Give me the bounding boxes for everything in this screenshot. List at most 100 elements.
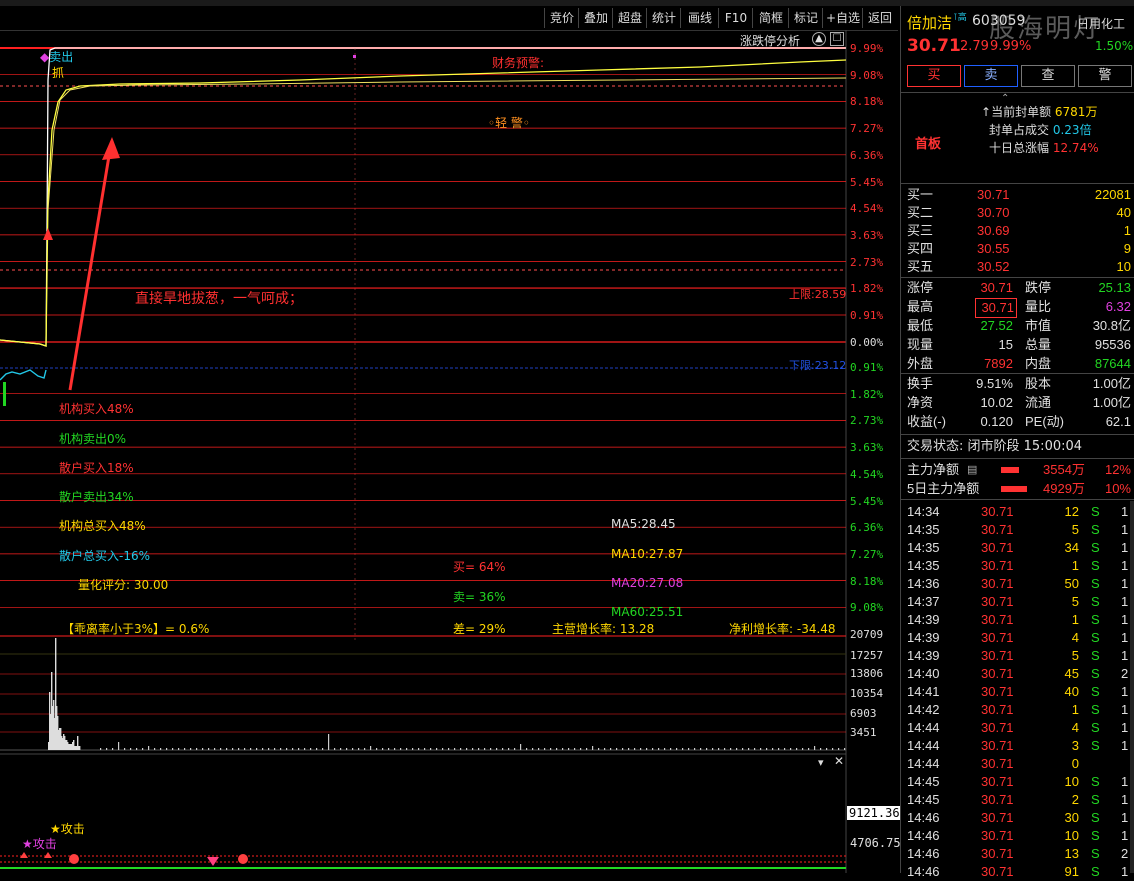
volume-bar	[700, 748, 702, 750]
price-tick: 0.91%	[850, 361, 884, 374]
tick-side: S	[1091, 504, 1100, 519]
tick-time: 14:35	[907, 558, 940, 573]
toolbar-mark[interactable]: 标记	[788, 8, 823, 28]
toolbar-super[interactable]: 超盘	[612, 8, 647, 28]
volume-bar	[670, 748, 672, 750]
stats-label: 股本	[1025, 376, 1052, 391]
volume-bar	[562, 748, 564, 750]
stats-row: 最低 27.52 市值 30.8亿	[901, 317, 1134, 335]
volume-bar	[466, 748, 468, 750]
vol-tick-1: 20709	[850, 628, 884, 641]
tick-volume: 3	[1071, 738, 1079, 753]
tick-time: 14:46	[907, 846, 940, 861]
inst-buy: 机构买入48%	[59, 402, 134, 416]
volume-bar	[544, 748, 546, 750]
tick-time: 14:44	[907, 738, 940, 753]
volume-bar	[304, 748, 306, 750]
close-icon[interactable]: ✕	[834, 754, 844, 768]
volume-bar	[244, 748, 246, 750]
price-change-pct: 9.99%	[990, 39, 1032, 54]
volume-bar	[388, 748, 390, 750]
tick-row: 14:44 30.71 3 S 1	[901, 737, 1134, 755]
flow-bar	[1001, 486, 1027, 492]
expand-icon[interactable]: ☐	[830, 32, 844, 46]
tick-scrollbar[interactable]	[1130, 501, 1134, 873]
price-tick: 1.82%	[850, 282, 884, 296]
vol-tick-6: 3451	[850, 726, 877, 739]
orderbook-volume: 1	[1123, 223, 1131, 238]
volume-bar	[184, 748, 186, 750]
tick-time: 14:44	[907, 720, 940, 735]
orderbook-row: 买一 30.71 22081	[901, 186, 1134, 204]
volume-bar	[724, 748, 726, 750]
volume-bar	[736, 748, 738, 750]
volume-bar	[124, 748, 126, 750]
toolbar-back[interactable]: 返回	[862, 8, 897, 28]
query-button[interactable]: 查	[1021, 65, 1075, 87]
volume-bar	[772, 748, 774, 750]
volume-bar	[658, 748, 660, 750]
volume-bar	[598, 748, 600, 750]
volume-bar	[220, 748, 222, 750]
last-price: 30.71	[907, 36, 961, 56]
tick-count: 1	[1121, 774, 1129, 789]
flow-row: 5日主力净额 4929万 10%	[901, 480, 1134, 498]
toolbar-overlay[interactable]: 叠加	[578, 8, 613, 28]
dropdown-icon[interactable]: ▾	[818, 756, 824, 769]
toolbar-frame[interactable]: 简框	[752, 8, 789, 28]
tick-count: 1	[1121, 594, 1129, 609]
tick-time: 14:45	[907, 792, 940, 807]
toolbar-draw[interactable]: 画线	[680, 8, 719, 28]
orderbook-volume: 10	[1116, 259, 1131, 274]
vol-tick-2: 17257	[850, 649, 884, 662]
tick-side: S	[1091, 594, 1100, 609]
stats-value: 25.13	[1098, 280, 1131, 295]
tick-price: 30.71	[981, 864, 1014, 879]
toolbar-f10[interactable]: F10	[718, 8, 753, 28]
orderbook-label: 买四	[907, 241, 934, 256]
tick-count: 1	[1121, 828, 1129, 843]
limit-analysis-label[interactable]: 涨跌停分析	[740, 32, 800, 49]
tick-price: 30.71	[981, 774, 1014, 789]
tick-time: 14:34	[907, 504, 940, 519]
volume-bar	[718, 748, 720, 750]
volume-bar	[106, 748, 108, 750]
volume-bar	[430, 748, 432, 750]
tick-price: 30.71	[981, 846, 1014, 861]
toolbar-stats[interactable]: 统计	[646, 8, 681, 28]
buy-button[interactable]: 买	[907, 65, 961, 87]
stats-value: 30.8亿	[1092, 318, 1131, 333]
orderbook-label: 买三	[907, 223, 934, 238]
volume-bar	[436, 748, 438, 750]
sell-button[interactable]: 卖	[964, 65, 1018, 87]
stats-label: PE(动)	[1025, 414, 1065, 429]
seal-amount-row: ↑当前封单额 6781万	[981, 105, 1098, 119]
tick-volume: 5	[1071, 522, 1079, 537]
price-tick: 7.27%	[850, 547, 884, 561]
volume-bar	[136, 748, 138, 750]
alert-button[interactable]: 警	[1078, 65, 1132, 87]
orderbook-price: 30.69	[977, 223, 1010, 238]
tick-price: 30.71	[981, 540, 1014, 555]
stats-label: 内盘	[1025, 356, 1052, 371]
retail-total-buy: 散户总买入-16%	[59, 549, 151, 563]
deviation-rate: 【乖离率小于3%】= 0.6%	[62, 622, 210, 636]
volume-bar	[232, 748, 234, 750]
toolbar-auction[interactable]: 竞价	[544, 8, 579, 28]
volume-bar	[844, 748, 846, 750]
net-growth: 净利增长率: -34.48	[729, 622, 836, 636]
tick-price: 30.71	[981, 558, 1014, 573]
toolbar-add-watch[interactable]: +自选	[822, 8, 863, 28]
volume-bar	[334, 748, 336, 750]
up-arrow-icon[interactable]: ▲	[812, 32, 826, 46]
volume-bar	[640, 748, 642, 750]
tick-count: 1	[1121, 702, 1129, 717]
tick-count: 1	[1121, 540, 1129, 555]
tick-row: 14:37 30.71 5 S 1	[901, 593, 1134, 611]
volume-bar	[556, 748, 558, 750]
doc-icon[interactable]: ▤	[967, 461, 977, 479]
quote-panel: 倍加洁 ⊺高 603059 日用化工 股海明灯 30.71 2.79 9.99%…	[900, 6, 1134, 879]
vol-tick-4: 10354	[850, 687, 884, 700]
tick-price: 30.71	[981, 666, 1014, 681]
tick-price: 30.71	[981, 702, 1014, 717]
